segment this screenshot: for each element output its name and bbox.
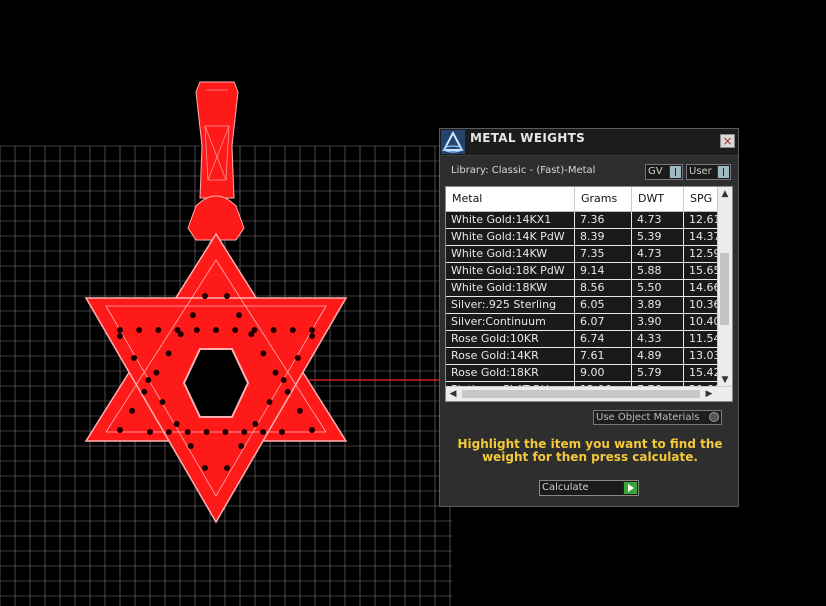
metal-table-header: Metal Grams DWT SPG bbox=[446, 187, 724, 212]
column-header-dwt[interactable]: DWT bbox=[632, 187, 684, 211]
metal-table-body: White Gold:14KX1 7.36 4.73 12.61 White Gold:… bbox=[446, 212, 724, 399]
cell-dwt: 4.33 bbox=[632, 331, 684, 347]
cell-grams: 6.05 bbox=[575, 297, 632, 313]
table-row[interactable]: Rose Gold:10KR 6.74 4.33 11.54 bbox=[446, 331, 724, 348]
table-row[interactable]: White Gold:18K PdW 9.14 5.88 15.65 bbox=[446, 263, 724, 280]
calculate-button[interactable]: Calculate bbox=[539, 480, 639, 496]
cell-dwt: 3.89 bbox=[632, 297, 684, 313]
cell-dwt: 5.50 bbox=[632, 280, 684, 296]
table-row[interactable]: White Gold:14KW 7.35 4.73 12.59 bbox=[446, 246, 724, 263]
panel-title: METAL WEIGHTS bbox=[470, 131, 586, 145]
vertical-scrollbar[interactable]: ▲ ▼ bbox=[717, 187, 732, 387]
cell-grams: 7.61 bbox=[575, 348, 632, 364]
column-header-grams[interactable]: Grams bbox=[575, 187, 632, 211]
table-row[interactable]: White Gold:14K PdW 8.39 5.39 14.37 bbox=[446, 229, 724, 246]
user-toggle[interactable]: User bbox=[686, 164, 731, 180]
table-row[interactable]: White Gold:18KW 8.56 5.50 14.66 bbox=[446, 280, 724, 297]
cell-metal: Rose Gold:18KR bbox=[446, 365, 575, 381]
calculate-label: Calculate bbox=[542, 482, 589, 493]
use-object-materials-radio[interactable] bbox=[709, 412, 719, 422]
scroll-down-arrow-icon[interactable]: ▼ bbox=[718, 373, 732, 387]
user-toggle-label: User bbox=[689, 166, 712, 177]
table-row[interactable]: Rose Gold:14KR 7.61 4.89 13.03 bbox=[446, 348, 724, 365]
pendant-bail bbox=[195, 81, 239, 199]
cell-dwt: 3.90 bbox=[632, 314, 684, 330]
cell-metal: Silver:Continuum bbox=[446, 314, 575, 330]
cell-metal: White Gold:14KW bbox=[446, 246, 575, 262]
column-header-metal[interactable]: Metal bbox=[446, 187, 575, 211]
table-row[interactable]: Silver:Continuum 6.07 3.90 10.40 bbox=[446, 314, 724, 331]
cell-metal: Rose Gold:14KR bbox=[446, 348, 575, 364]
horizontal-scroll-thumb[interactable] bbox=[462, 390, 700, 398]
cell-grams: 6.74 bbox=[575, 331, 632, 347]
cell-metal: White Gold:18KW bbox=[446, 280, 575, 296]
cell-grams: 7.36 bbox=[575, 212, 632, 228]
table-row[interactable]: White Gold:14KX1 7.36 4.73 12.61 bbox=[446, 212, 724, 229]
cell-dwt: 4.89 bbox=[632, 348, 684, 364]
cell-grams: 8.39 bbox=[575, 229, 632, 245]
cell-grams: 7.35 bbox=[575, 246, 632, 262]
cell-grams: 9.14 bbox=[575, 263, 632, 279]
play-arrow-icon[interactable] bbox=[623, 482, 637, 494]
cell-dwt: 4.73 bbox=[632, 212, 684, 228]
cell-metal: Rose Gold:10KR bbox=[446, 331, 575, 347]
table-row[interactable]: Rose Gold:18KR 9.00 5.79 15.42 bbox=[446, 365, 724, 382]
cell-dwt: 5.88 bbox=[632, 263, 684, 279]
scroll-left-arrow-icon[interactable]: ◀ bbox=[446, 387, 460, 401]
cell-metal: White Gold:14KX1 bbox=[446, 212, 575, 228]
instruction-text: Highlight the item you want to find the … bbox=[457, 437, 723, 464]
gv-toggle-switch[interactable] bbox=[669, 166, 681, 178]
panel-titlebar[interactable]: METAL WEIGHTS × bbox=[440, 129, 738, 156]
vertical-scroll-thumb[interactable] bbox=[720, 253, 729, 325]
horizontal-scrollbar[interactable]: ◀ ▶ bbox=[446, 386, 732, 401]
gv-toggle-label: GV bbox=[648, 166, 663, 177]
cell-dwt: 4.73 bbox=[632, 246, 684, 262]
gv-toggle[interactable]: GV bbox=[645, 164, 683, 180]
cell-grams: 6.07 bbox=[575, 314, 632, 330]
scroll-up-arrow-icon[interactable]: ▲ bbox=[718, 187, 732, 201]
table-row[interactable]: Silver:.925 Sterling 6.05 3.89 10.36 bbox=[446, 297, 724, 314]
star-pendant-model[interactable] bbox=[84, 81, 348, 524]
cell-grams: 9.00 bbox=[575, 365, 632, 381]
cell-metal: White Gold:14K PdW bbox=[446, 229, 575, 245]
close-button[interactable]: × bbox=[720, 134, 735, 148]
matrix-logo-icon bbox=[441, 130, 465, 154]
user-toggle-switch[interactable] bbox=[717, 166, 729, 178]
cell-metal: Silver:.925 Sterling bbox=[446, 297, 575, 313]
use-object-materials-option[interactable]: Use Object Materials bbox=[593, 410, 722, 425]
use-object-materials-label: Use Object Materials bbox=[596, 412, 700, 423]
cell-dwt: 5.39 bbox=[632, 229, 684, 245]
scroll-right-arrow-icon[interactable]: ▶ bbox=[702, 387, 716, 401]
metal-table[interactable]: Metal Grams DWT SPG White Gold:14KX1 7.36… bbox=[445, 186, 733, 402]
cell-dwt: 5.79 bbox=[632, 365, 684, 381]
metal-weights-panel: METAL WEIGHTS × Library: Classic - (Fast… bbox=[439, 128, 739, 507]
cell-metal: White Gold:18K PdW bbox=[446, 263, 575, 279]
library-label: Library: Classic - (Fast)-Metal bbox=[451, 165, 596, 176]
cell-grams: 8.56 bbox=[575, 280, 632, 296]
